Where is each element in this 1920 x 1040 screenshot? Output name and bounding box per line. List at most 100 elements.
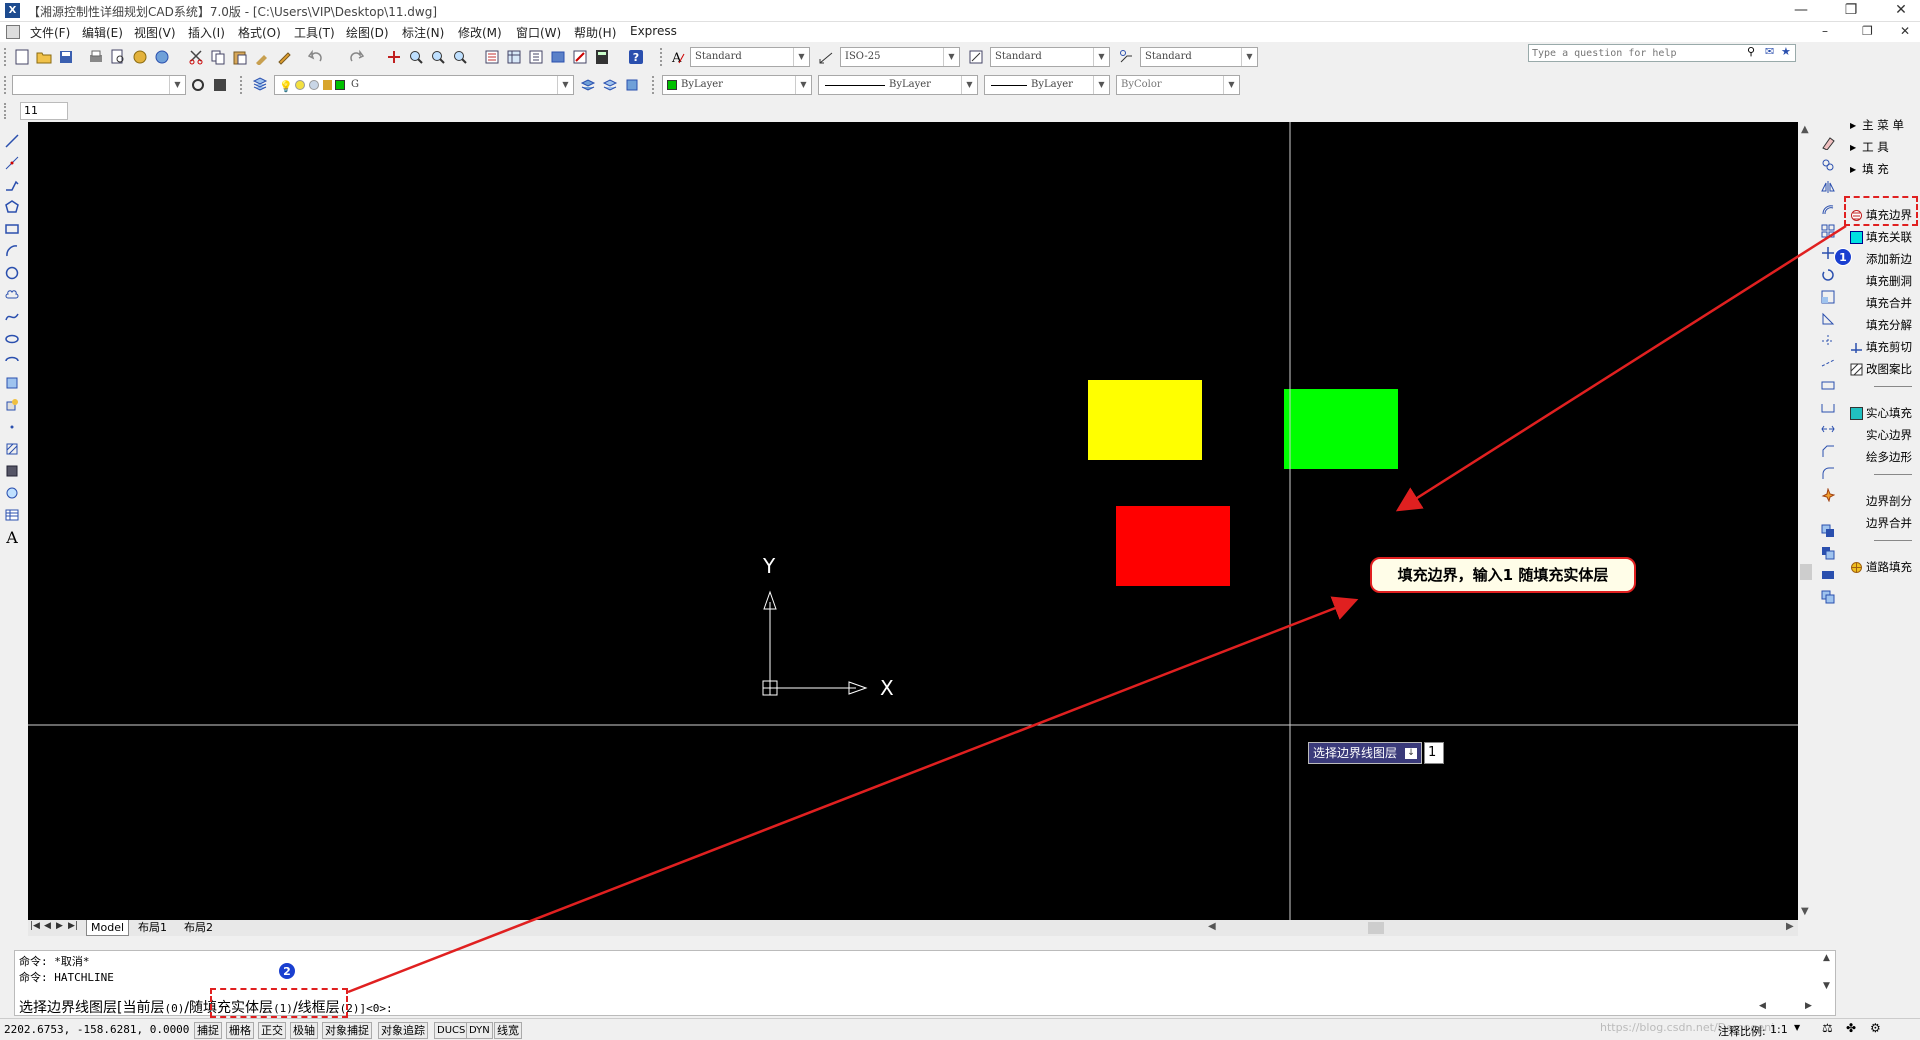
menu-tools[interactable]: 工具(T) — [294, 24, 335, 41]
cmd-scroll-right-icon[interactable]: ▶ — [1805, 1001, 1812, 1011]
doc-close-button[interactable]: ✕ — [1900, 24, 1910, 38]
menu-item-add-boundary[interactable]: 添加新边 — [1844, 248, 1920, 270]
trim-icon[interactable] — [1819, 332, 1837, 350]
communication-icon[interactable]: ✉ — [1765, 45, 1774, 58]
copy-object-icon[interactable] — [1819, 156, 1837, 174]
paste-icon[interactable] — [230, 47, 250, 67]
help-search-input[interactable] — [1529, 45, 1729, 62]
auto-scale-icon[interactable]: ✤ — [1846, 1021, 1856, 1035]
toolbar-grip[interactable] — [652, 76, 655, 94]
zoom-previous-icon[interactable] — [450, 47, 470, 67]
menu-item-hatch-associate[interactable]: 填充关联 — [1844, 226, 1920, 248]
document-icon[interactable] — [6, 25, 20, 39]
chevron-down-icon[interactable]: ▼ — [1794, 1023, 1800, 1032]
tool-palettes-icon[interactable] — [526, 47, 546, 67]
dynamic-input-field[interactable]: 1 — [1424, 742, 1445, 764]
vertical-scrollbar[interactable]: ▲ ▼ — [1798, 122, 1814, 920]
hscroll-left-icon[interactable]: ◀ — [1208, 921, 1216, 932]
cmd-scroll-down-icon[interactable]: ▼ — [1823, 981, 1830, 991]
table-style-icon[interactable] — [966, 47, 986, 67]
gradient-icon[interactable] — [3, 462, 21, 480]
drawing-canvas[interactable]: Y X 选择边界线图层 ↓ 1 — [28, 122, 1798, 920]
menu-item-draw-polygon[interactable]: 绘多边形 — [1844, 446, 1920, 468]
linetype-select[interactable]: ByLayer ▼ — [818, 75, 978, 95]
scroll-down-icon[interactable]: ▼ — [1801, 906, 1809, 917]
toolbar-grip[interactable] — [4, 48, 7, 66]
table-style-select[interactable]: Standard ▼ — [990, 47, 1110, 67]
redo-icon[interactable] — [346, 47, 366, 67]
calculator-icon[interactable] — [592, 47, 612, 67]
spline-icon[interactable] — [3, 308, 21, 326]
ortho-toggle[interactable]: 正交 — [258, 1022, 286, 1039]
menu-dimension[interactable]: 标注(N) — [402, 24, 444, 41]
stretch-icon[interactable] — [1819, 310, 1837, 328]
doc-restore-button[interactable]: ❐ — [1862, 24, 1873, 38]
copy-icon[interactable] — [208, 47, 228, 67]
open-icon[interactable] — [34, 47, 54, 67]
snap-toggle[interactable]: 捕捉 — [194, 1022, 222, 1039]
otrack-toggle[interactable]: 对象追踪 — [378, 1022, 428, 1039]
toolbar-grip[interactable] — [4, 103, 7, 119]
tab-nav-last-icon[interactable]: ▶| — [68, 921, 78, 931]
design-center-icon[interactable] — [504, 47, 524, 67]
properties-icon[interactable] — [482, 47, 502, 67]
construction-line-icon[interactable] — [3, 154, 21, 172]
doc-minimize-button[interactable]: – — [1822, 24, 1828, 38]
grid-toggle[interactable]: 栅格 — [226, 1022, 254, 1039]
hscroll-right-icon[interactable]: ▶ — [1786, 921, 1794, 932]
insert-block-icon[interactable] — [3, 374, 21, 392]
menu-view[interactable]: 视图(V) — [134, 24, 176, 41]
ellipse-icon[interactable] — [3, 330, 21, 348]
menu-item-solid-fill[interactable]: 实心填充 — [1844, 402, 1920, 424]
menu-item-boundary-split[interactable]: 边界剖分 — [1844, 490, 1920, 512]
scale-icon[interactable] — [1819, 288, 1837, 306]
text-style-select[interactable]: Standard ▼ — [690, 47, 810, 67]
toolbar-grip[interactable] — [4, 76, 7, 94]
group-hatch[interactable]: ▶ 填 充 — [1844, 158, 1920, 180]
match-properties-icon[interactable] — [252, 47, 272, 67]
menu-format[interactable]: 格式(O) — [238, 24, 281, 41]
polyline-icon[interactable] — [3, 176, 21, 194]
line-icon[interactable] — [3, 132, 21, 150]
annotation-scale-value[interactable]: 1:1 — [1770, 1023, 1788, 1036]
table-icon[interactable] — [3, 506, 21, 524]
cmd-scroll-up-icon[interactable]: ▲ — [1823, 953, 1830, 963]
make-current-layer-icon[interactable] — [578, 75, 598, 95]
workspace-settings-icon[interactable] — [188, 75, 208, 95]
tab-layout1[interactable]: 布局1 — [134, 920, 171, 936]
hscroll-thumb[interactable] — [1368, 922, 1384, 934]
minimize-button[interactable]: — — [1784, 0, 1818, 22]
plotstyle-select[interactable]: ByColor ▼ — [1116, 75, 1240, 95]
color-select[interactable]: ByLayer ▼ — [662, 75, 812, 95]
plot-icon[interactable] — [86, 47, 106, 67]
ellipse-arc-icon[interactable] — [3, 352, 21, 370]
make-block-icon[interactable] — [3, 396, 21, 414]
toolbar-lock-icon[interactable] — [210, 75, 230, 95]
menu-item-remove-hole[interactable]: 填充删洞 — [1844, 270, 1920, 292]
break-at-point-icon[interactable] — [1819, 376, 1837, 394]
toolbar-grip[interactable] — [660, 48, 663, 66]
plot-preview-icon[interactable] — [108, 47, 128, 67]
group-main-menu[interactable]: ▶ 主 菜 单 — [1844, 114, 1920, 136]
undo-icon[interactable] — [306, 47, 326, 67]
block-editor-icon[interactable] — [274, 47, 294, 67]
cut-icon[interactable] — [186, 47, 206, 67]
revision-cloud-icon[interactable] — [3, 286, 21, 304]
small-input-field[interactable]: 11 — [20, 102, 68, 120]
close-button[interactable]: ✕ — [1884, 0, 1918, 22]
send-back-icon[interactable] — [1819, 566, 1837, 584]
array-icon[interactable] — [1819, 222, 1837, 240]
bring-forward-icon[interactable] — [1819, 544, 1837, 562]
annotation-visibility-icon[interactable]: ⚖ — [1822, 1021, 1833, 1035]
pan-icon[interactable] — [384, 47, 404, 67]
menu-item-hatch-explode[interactable]: 填充分解 — [1844, 314, 1920, 336]
group-tools[interactable]: ▶ 工 具 — [1844, 136, 1920, 158]
layer-select[interactable]: 💡 G ▼ — [274, 75, 574, 95]
tab-model[interactable]: Model — [86, 920, 130, 936]
rectangle-icon[interactable] — [3, 220, 21, 238]
menu-window[interactable]: 窗口(W) — [516, 24, 561, 41]
menu-draw[interactable]: 绘图(D) — [346, 24, 389, 41]
cmd-scroll-left-icon[interactable]: ◀ — [1759, 1001, 1766, 1011]
join-icon[interactable] — [1819, 420, 1837, 438]
arc-icon[interactable] — [3, 242, 21, 260]
